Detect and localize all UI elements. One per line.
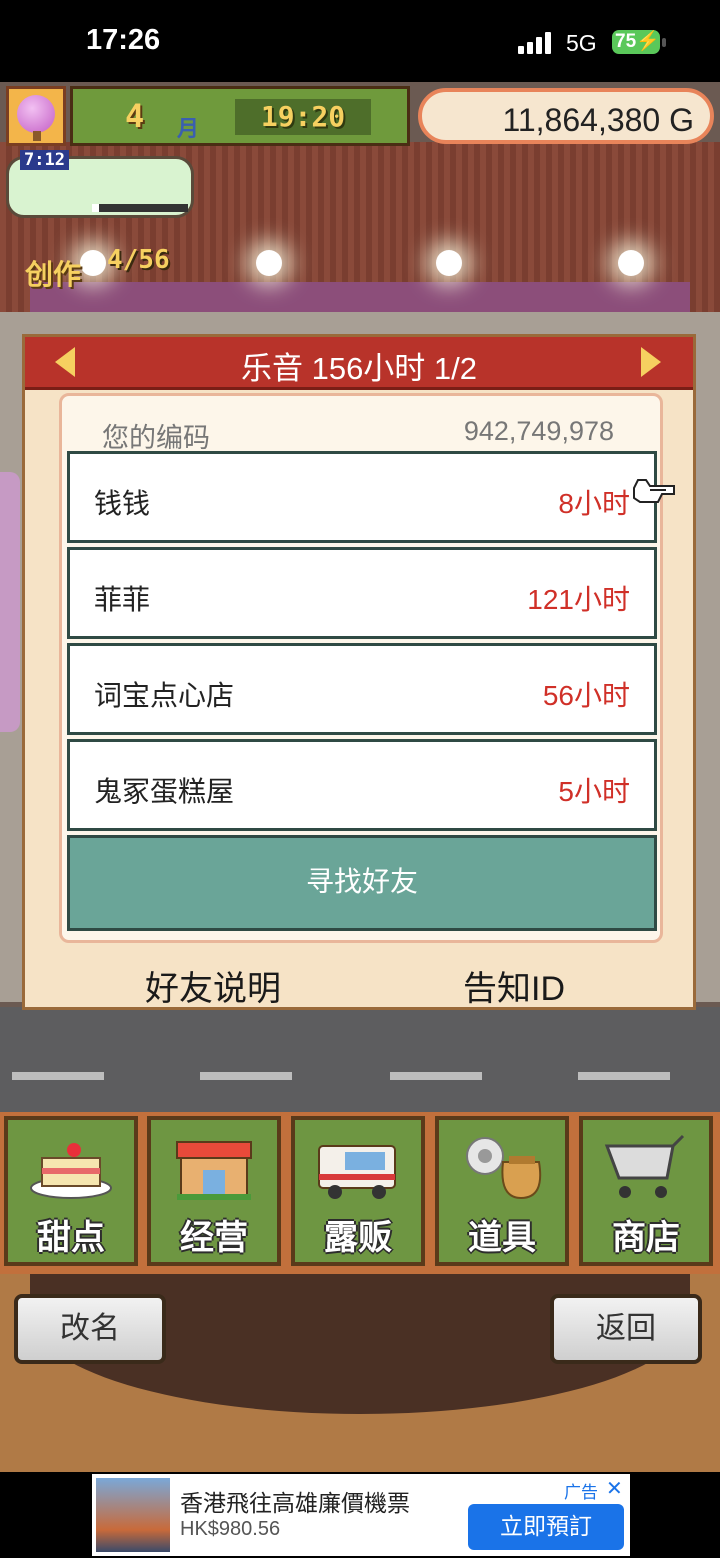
cake-icon [30, 1143, 112, 1199]
friend-name: 钱钱 [94, 487, 151, 520]
ad-cta-button[interactable]: 立即預訂 [468, 1504, 624, 1550]
rename-button[interactable]: 改名 [14, 1294, 166, 1364]
battery-level: 75 [615, 31, 637, 52]
ad-banner[interactable]: 香港飛往高雄廉價機票 HK$980.56 广告 ✕ 立即預訂 [92, 1474, 630, 1556]
notify-id-link[interactable]: 告知ID [463, 961, 565, 1010]
game-clock: 19:20 [235, 99, 371, 135]
code-value: 942,749,978 [463, 416, 614, 446]
status-bar: 17:26 5G 75⚡ [0, 0, 720, 82]
menu-store-button[interactable]: 商店 [579, 1116, 713, 1266]
shop-icon [176, 1141, 252, 1200]
friend-help-link[interactable]: 好友说明 [145, 961, 281, 1010]
ad-title: 香港飛往高雄廉價機票 [180, 1491, 410, 1517]
friend-hours: 56小时 [542, 680, 630, 711]
friend-name: 鬼冢蛋糕屋 [94, 775, 235, 808]
friends-dialog: 乐音 156小时 1/2 您的编码 942,749,978 钱钱 8小时 菲菲 … [22, 334, 696, 1010]
create-label: 创作 [25, 258, 82, 291]
items-bag-icon [466, 1137, 542, 1200]
friend-name: 词宝点心店 [94, 679, 235, 712]
dialog-header: 乐音 156小时 1/2 [25, 337, 693, 390]
friend-hours: 8小时 [558, 488, 630, 519]
friend-hours: 5小时 [558, 776, 630, 807]
friend-row[interactable]: 钱钱 8小时 [67, 451, 657, 543]
create-progress-bar [92, 204, 188, 212]
menu-label: 道具 [468, 1218, 536, 1258]
tree-icon [17, 95, 55, 133]
friend-row[interactable]: 词宝点心店 56小时 [67, 643, 657, 735]
status-time: 17:26 [86, 24, 161, 56]
money-panel: 11,864,380 G [418, 88, 714, 144]
menu-label: 露贩 [324, 1218, 392, 1258]
lane-marking [200, 1072, 292, 1080]
road [0, 1007, 720, 1117]
menu-manage-button[interactable]: 经营 [147, 1116, 281, 1266]
cherry-tree [0, 472, 20, 732]
lane-marking [390, 1072, 482, 1080]
shopping-cart-icon [604, 1134, 685, 1198]
menu-dessert-button[interactable]: 甜点 [4, 1116, 138, 1266]
lane-marking [12, 1072, 104, 1080]
next-page-icon[interactable] [641, 347, 661, 377]
friend-row[interactable]: 菲菲 121小时 [67, 547, 657, 639]
dialog-title: 乐音 156小时 1/2 [240, 351, 478, 386]
battery-icon: 75⚡ [612, 30, 660, 54]
month-unit: 月 [177, 117, 200, 142]
create-progress-fill [92, 204, 99, 212]
battery-tip [662, 38, 666, 47]
menu-items-button[interactable]: 道具 [435, 1116, 569, 1266]
lamp-icon [436, 250, 462, 276]
network-type: 5G [566, 30, 597, 56]
menu-label: 商店 [612, 1218, 680, 1258]
ad-image [96, 1478, 170, 1552]
menu-label: 经营 [180, 1218, 248, 1258]
create-count: 4/56 [107, 245, 170, 275]
signal-icon [518, 32, 554, 54]
tree-trunk [33, 131, 41, 141]
menu-stall-button[interactable]: 露贩 [291, 1116, 425, 1266]
friend-hours: 121小时 [527, 584, 630, 615]
lamp-icon [80, 250, 106, 276]
game-scene: 4 月 19:20 11,864,380 G 创作 4/56 7:12 乐音 1… [0, 82, 720, 1472]
create-timer: 7:12 [20, 150, 69, 170]
ad-price: HK$980.56 [180, 1518, 281, 1540]
find-friend-button[interactable]: 寻找好友 [67, 835, 657, 931]
close-icon[interactable]: ✕ [606, 1476, 623, 1500]
friend-list: 钱钱 8小时 菲菲 121小时 词宝点心店 56小时 鬼冢蛋糕屋 5小时 寻找好… [67, 451, 657, 931]
bottom-menu: 甜点 经营 露贩 道具 商店 [0, 1112, 720, 1274]
lamp-icon [256, 250, 282, 276]
menu-label: 甜点 [37, 1218, 105, 1258]
shop-awning [30, 282, 690, 316]
food-truck-icon [318, 1145, 396, 1199]
friend-row[interactable]: 鬼冢蛋糕屋 5小时 [67, 739, 657, 831]
lane-marking [578, 1072, 670, 1080]
money-value: 11,864,380 G [502, 102, 694, 138]
friend-name: 菲菲 [94, 583, 151, 616]
pointer-hand-icon [633, 479, 675, 503]
shop-avatar[interactable] [6, 86, 66, 146]
month-number: 4 [125, 97, 145, 135]
lamp-icon [618, 250, 644, 276]
date-panel: 4 月 19:20 [70, 86, 410, 146]
code-label: 您的编码 [102, 423, 210, 454]
back-button[interactable]: 返回 [550, 1294, 702, 1364]
ad-tag: 广告 [564, 1483, 598, 1503]
